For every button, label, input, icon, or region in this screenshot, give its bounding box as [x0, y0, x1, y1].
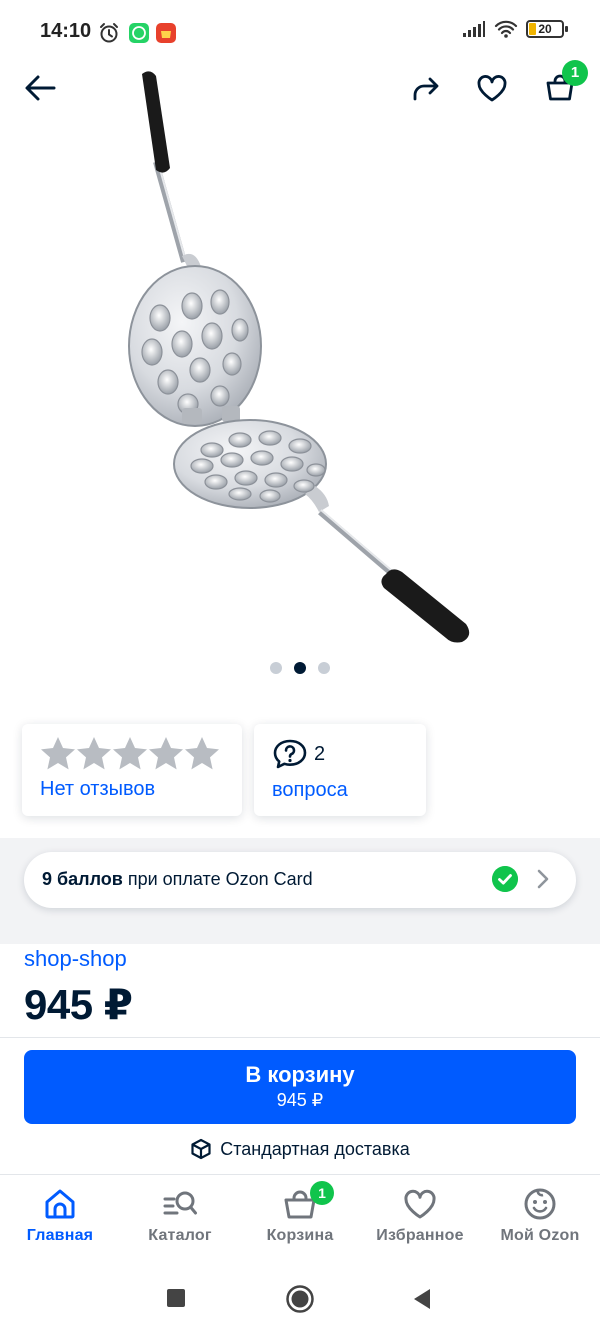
- status-right: 20: [462, 20, 568, 38]
- box-icon: [191, 1138, 211, 1160]
- add-to-cart-label: В корзину: [245, 1062, 355, 1087]
- gallery-dot-active[interactable]: [294, 662, 306, 674]
- whatsapp-icon: [129, 23, 149, 43]
- tab-cart-label: Корзина: [266, 1227, 334, 1244]
- questions-count: 2: [314, 743, 326, 765]
- tab-cart-badge: 1: [310, 1181, 334, 1205]
- tab-my-ozon[interactable]: Мой Ozon: [480, 1187, 600, 1245]
- reviews-card[interactable]: Нет отзывов: [22, 724, 242, 816]
- ozon-card-bonus-banner[interactable]: 9 баллов при оплате Ozon Card: [24, 852, 576, 908]
- star-icons: [41, 737, 219, 770]
- add-to-cart-button[interactable]: В корзину 945 ₽: [24, 1050, 576, 1124]
- questions-link[interactable]: вопроса: [272, 779, 348, 802]
- catalog-search-icon: [163, 1191, 197, 1215]
- rating-stars: [40, 736, 220, 772]
- bonus-description: при оплате Ozon Card: [122, 869, 313, 889]
- add-to-cart-price: 945 ₽: [276, 1090, 324, 1110]
- tab-cart[interactable]: 1 Корзина: [240, 1181, 360, 1245]
- system-navigation-bar: [0, 1262, 600, 1332]
- home-icon: [45, 1189, 75, 1219]
- reviews-link[interactable]: Нет отзывов: [40, 778, 155, 801]
- cart-count-badge: 1: [562, 60, 588, 86]
- recents-icon[interactable]: [166, 1288, 186, 1308]
- tab-home[interactable]: Главная: [0, 1187, 120, 1245]
- tab-catalog-label: Каталог: [148, 1227, 212, 1244]
- alarm-icon: [100, 23, 118, 43]
- questions-card[interactable]: 2 вопроса: [254, 724, 426, 816]
- bottom-tab-bar: Главная Каталог 1 Корзина Избранное Мой …: [0, 1174, 600, 1260]
- product-price: 945 ₽: [24, 981, 133, 1028]
- gallery-pagination: [0, 662, 600, 674]
- heart-icon: [404, 1189, 436, 1219]
- status-time: 14:10: [40, 20, 92, 42]
- check-circle-icon: [492, 866, 518, 892]
- tab-catalog[interactable]: Каталог: [120, 1187, 240, 1245]
- product-image[interactable]: [90, 66, 510, 666]
- tab-home-label: Главная: [26, 1227, 94, 1244]
- gallery-dot[interactable]: [270, 662, 282, 674]
- gallery-dot[interactable]: [318, 662, 330, 674]
- divider: [0, 1037, 600, 1038]
- tab-my-ozon-label: Мой Ozon: [500, 1227, 580, 1244]
- signal-icon: [463, 21, 485, 37]
- shop-app-icon: [156, 23, 176, 43]
- question-bubble-icon: [273, 739, 307, 769]
- status-bar: 14:10 20: [0, 0, 600, 64]
- delivery-label: Стандартная доставка: [220, 1138, 410, 1159]
- battery-indicator: 20: [526, 20, 568, 38]
- back-triangle-icon[interactable]: [412, 1288, 432, 1310]
- bonus-points: 9 баллов: [42, 869, 123, 889]
- smiley-icon: [524, 1188, 556, 1220]
- arrow-left-icon: [25, 75, 56, 101]
- tab-favorites-label: Избранное: [376, 1227, 464, 1244]
- back-button[interactable]: [20, 68, 60, 108]
- chevron-right-icon: [537, 869, 549, 889]
- tab-favorites[interactable]: Избранное: [360, 1187, 480, 1245]
- bonus-text: 9 баллов при оплате Ozon Card: [42, 869, 313, 890]
- wifi-icon: [494, 20, 518, 38]
- home-circle-icon[interactable]: [285, 1284, 315, 1314]
- seller-link[interactable]: shop-shop: [24, 946, 127, 972]
- delivery-info: Стандартная доставка: [0, 1138, 600, 1160]
